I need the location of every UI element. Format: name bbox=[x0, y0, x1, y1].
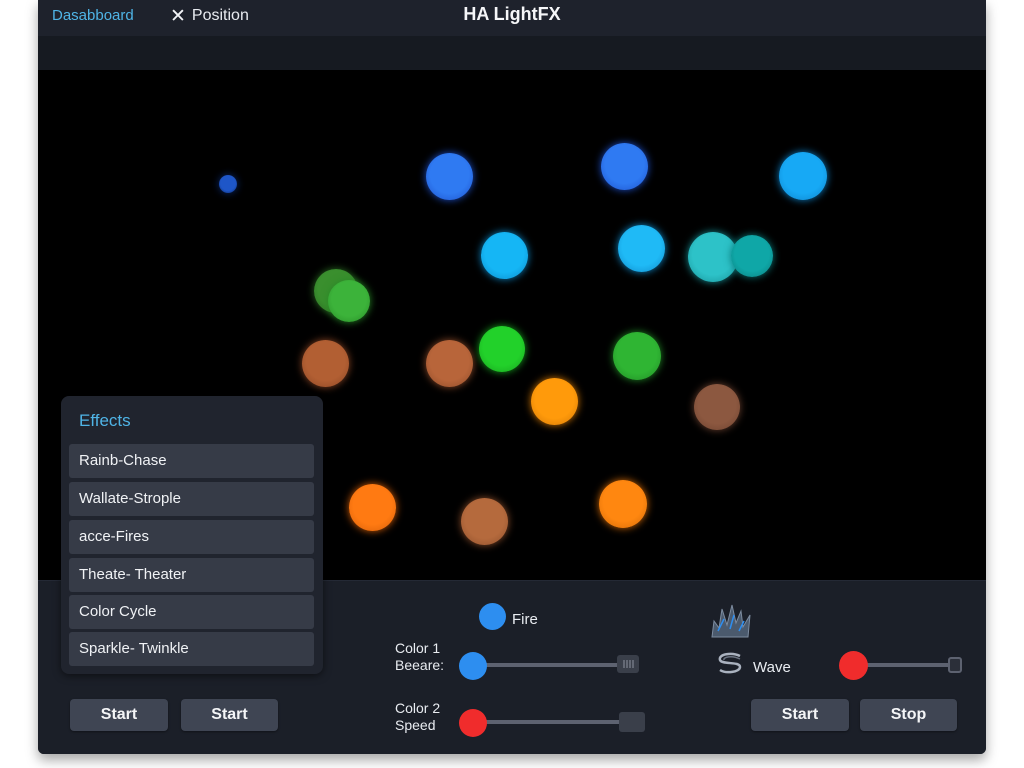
light-node[interactable] bbox=[219, 175, 237, 193]
slider-2-thumb[interactable] bbox=[459, 709, 487, 737]
light-node[interactable] bbox=[601, 143, 648, 190]
wave-label: Wave bbox=[753, 659, 791, 676]
slider-1-end-handle[interactable] bbox=[617, 655, 639, 673]
effect-item-fires[interactable]: acce-Fires bbox=[69, 520, 314, 554]
effect-item-theater[interactable]: Theate- Theater bbox=[69, 558, 314, 592]
effect-item-color-cycle[interactable]: Color Cycle bbox=[69, 595, 314, 629]
start-button-1[interactable]: Start bbox=[70, 699, 168, 731]
effect-item-strobe[interactable]: Wallate-Strople bbox=[69, 482, 314, 516]
start-button-3[interactable]: Start bbox=[751, 699, 849, 731]
top-bar: Dasabboard ✕ Position HA LightFX bbox=[38, 0, 986, 36]
light-node[interactable] bbox=[426, 153, 473, 200]
stop-button[interactable]: Stop bbox=[860, 699, 957, 731]
slider-3-track[interactable] bbox=[853, 663, 957, 667]
effects-panel: Effects Rainb-Chase Wallate-Strople acce… bbox=[61, 396, 323, 674]
fire-icon bbox=[708, 601, 754, 639]
light-node[interactable] bbox=[349, 484, 396, 531]
wave-icon bbox=[714, 650, 746, 678]
fire-label: Fire bbox=[512, 611, 538, 628]
effect-item-twinkle[interactable]: Sparkle- Twinkle bbox=[69, 632, 314, 666]
light-node[interactable] bbox=[479, 326, 525, 372]
toolbar-strip bbox=[38, 36, 986, 70]
light-node[interactable] bbox=[531, 378, 578, 425]
slider-1-thumb[interactable] bbox=[459, 652, 487, 680]
light-node[interactable] bbox=[599, 480, 647, 528]
light-node[interactable] bbox=[731, 235, 773, 277]
color2-label: Color 2 bbox=[395, 700, 441, 716]
color1-sublabel: Beeare: bbox=[395, 657, 445, 673]
light-node[interactable] bbox=[328, 280, 370, 322]
color1-label: Color 1 bbox=[395, 640, 441, 656]
color2-sublabel: Speed bbox=[395, 717, 436, 733]
slider-3-end-handle[interactable] bbox=[948, 657, 962, 673]
slider-3-thumb[interactable] bbox=[839, 651, 868, 680]
light-node[interactable] bbox=[618, 225, 665, 272]
slider-2-end-handle[interactable] bbox=[619, 712, 645, 732]
effect-item-rainbow-chase[interactable]: Rainb-Chase bbox=[69, 444, 314, 478]
app-window: Dasabboard ✕ Position HA LightFX Fire Co… bbox=[38, 0, 986, 754]
light-node[interactable] bbox=[613, 332, 661, 380]
light-node[interactable] bbox=[481, 232, 528, 279]
light-node[interactable] bbox=[426, 340, 473, 387]
light-node[interactable] bbox=[302, 340, 349, 387]
light-node[interactable] bbox=[779, 152, 827, 200]
light-node[interactable] bbox=[461, 498, 508, 545]
light-node[interactable] bbox=[694, 384, 740, 430]
start-button-2[interactable]: Start bbox=[181, 699, 278, 731]
app-title: HA LightFX bbox=[463, 4, 561, 24]
fire-swatch[interactable] bbox=[479, 603, 506, 630]
effects-title: Effects bbox=[79, 411, 131, 430]
